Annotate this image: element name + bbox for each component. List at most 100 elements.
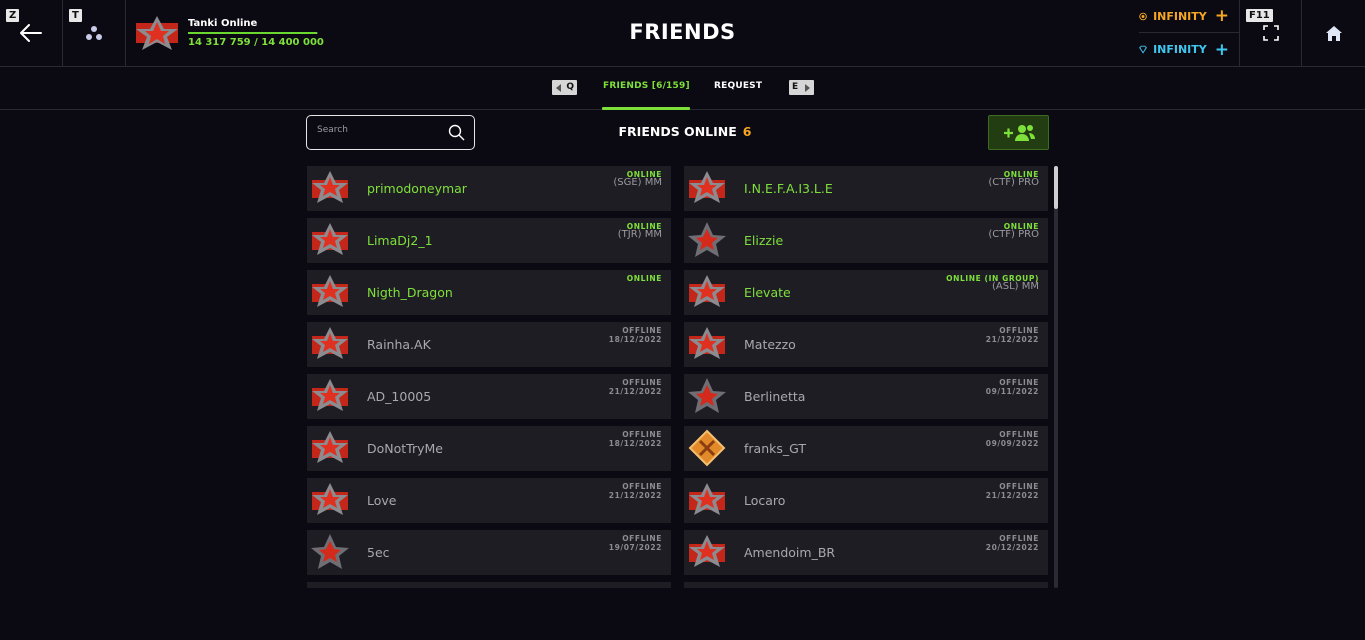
scrollbar-thumb[interactable] <box>1054 166 1058 209</box>
premium-value: INFINITY <box>1153 43 1207 56</box>
friend-last-seen: 21/12/2022 <box>608 387 662 396</box>
friend-name: Rainha.AK <box>367 337 431 352</box>
friend-name: Nigth_Dragon <box>367 285 453 300</box>
friend-row[interactable]: Locaro OFFLINE 21/12/2022 <box>684 478 1048 523</box>
friend-battle-mode: (ASL) MM <box>992 281 1039 292</box>
premium-balance[interactable]: INFINITY + <box>1139 33 1239 66</box>
friend-name: LimaDj2_1 <box>367 233 433 248</box>
prev-tab-key[interactable]: Q <box>552 80 577 95</box>
fullscreen-icon <box>1262 25 1279 41</box>
friend-row[interactable]: LimaDj2_1 ONLINE (TJR) MM <box>307 218 671 263</box>
friend-row[interactable]: I.N.E.F.A.I3.L.E ONLINE (CTF) PRO <box>684 166 1048 211</box>
friend-last-seen: 21/12/2022 <box>608 491 662 500</box>
fullscreen-key-hint: F11 <box>1246 9 1273 22</box>
active-tab-indicator <box>602 107 690 110</box>
friend-name: AD_10005 <box>367 389 432 404</box>
top-bar: Z T Tanki Online 14 317 759 / 14 400 000… <box>0 0 1365 67</box>
friend-row[interactable]: Berlinetta OFFLINE 09/11/2022 <box>684 374 1048 419</box>
friend-row[interactable]: Love OFFLINE 21/12/2022 <box>307 478 671 523</box>
friend-battle-mode: (CTF) PRO <box>988 177 1039 188</box>
friends-list: primodoneymar ONLINE (SGE) MM I.N.E.F.A.I3.… <box>307 166 1049 588</box>
tab-request[interactable]: REQUEST <box>714 81 762 91</box>
friend-name: Love <box>367 493 397 508</box>
friend-name: DoNotTryMe <box>367 441 443 456</box>
rank-icon <box>312 327 348 359</box>
prev-tab-key-label: Q <box>566 82 574 92</box>
friend-status: OFFLINE <box>999 534 1039 543</box>
friend-status: OFFLINE <box>622 482 662 491</box>
friend-row[interactable]: Elizzie ONLINE (CTF) PRO <box>684 218 1048 263</box>
rank-icon <box>312 171 348 203</box>
friend-status: OFFLINE <box>622 430 662 439</box>
tab-bar: Q FRIENDS [6/159] REQUEST E <box>0 67 1365 110</box>
friend-status: OFFLINE <box>999 430 1039 439</box>
friend-row[interactable]: DoNotTryMe OFFLINE 18/12/2022 <box>307 426 671 471</box>
friend-name: franks_GT <box>744 441 806 456</box>
triangle-right-icon <box>805 84 810 92</box>
rank-icon <box>312 379 348 411</box>
friend-status: OFFLINE <box>622 534 662 543</box>
tab-friends[interactable]: FRIENDS [6/159] <box>603 81 690 91</box>
fullscreen-button[interactable]: F11 <box>1239 0 1302 66</box>
friends-online-label: FRIENDS ONLINE <box>618 124 737 139</box>
search-icon[interactable] <box>448 124 465 141</box>
friend-name: Elevate <box>744 285 791 300</box>
rank-icon <box>689 483 725 515</box>
friend-status: OFFLINE <box>622 326 662 335</box>
rank-icon <box>688 222 726 257</box>
rank-icon <box>312 431 348 463</box>
add-friend-button[interactable] <box>988 115 1049 150</box>
friend-row[interactable] <box>684 582 1048 588</box>
friend-row[interactable]: Nigth_Dragon ONLINE <box>307 270 671 315</box>
friend-battle-mode: (CTF) PRO <box>988 229 1039 240</box>
friend-row[interactable]: Elevate ONLINE (IN GROUP) (ASL) MM <box>684 270 1048 315</box>
crystals-balance[interactable]: INFINITY + <box>1139 0 1239 33</box>
next-tab-key-label: E <box>792 82 799 92</box>
friend-row[interactable]: 5ec OFFLINE 19/07/2022 <box>307 530 671 575</box>
friend-row[interactable]: Rainha.AK OFFLINE 18/12/2022 <box>307 322 671 367</box>
friend-last-seen: 19/07/2022 <box>608 543 662 552</box>
crystal-icon <box>1139 12 1147 20</box>
friend-name: Amendoim_BR <box>744 545 836 560</box>
search-box[interactable] <box>306 115 475 150</box>
friend-row[interactable]: Amendoim_BR OFFLINE 20/12/2022 <box>684 530 1048 575</box>
friend-name: Locaro <box>744 493 786 508</box>
rank-icon <box>311 534 349 569</box>
friend-last-seen: 09/09/2022 <box>985 439 1039 448</box>
search-input[interactable] <box>317 125 437 135</box>
next-tab-key[interactable]: E <box>789 80 814 95</box>
friend-row[interactable]: AD_10005 OFFLINE 21/12/2022 <box>307 374 671 419</box>
friends-online-heading: FRIENDS ONLINE 6 <box>500 124 870 139</box>
friend-status: OFFLINE <box>999 482 1039 491</box>
friend-status: ONLINE <box>626 274 662 283</box>
friend-row[interactable]: franks_GT OFFLINE 09/09/2022 <box>684 426 1048 471</box>
friend-last-seen: 18/12/2022 <box>608 439 662 448</box>
friend-row[interactable]: primodoneymar ONLINE (SGE) MM <box>307 166 671 211</box>
home-button[interactable] <box>1302 0 1365 66</box>
friend-status: OFFLINE <box>622 378 662 387</box>
friend-name: primodoneymar <box>367 181 467 196</box>
rank-icon <box>688 429 726 467</box>
add-premium-icon[interactable]: + <box>1215 41 1229 58</box>
friend-status: OFFLINE <box>999 378 1039 387</box>
crystals-value: INFINITY <box>1153 9 1207 23</box>
rank-icon <box>312 275 348 307</box>
triangle-left-icon <box>556 84 561 92</box>
friend-row[interactable] <box>307 582 671 588</box>
rank-icon <box>689 171 725 203</box>
friend-name: Matezzo <box>744 337 796 352</box>
add-crystals-icon[interactable]: + <box>1215 8 1229 25</box>
rank-icon <box>312 483 348 515</box>
friend-battle-mode: (SGE) MM <box>613 177 662 188</box>
friend-last-seen: 18/12/2022 <box>608 335 662 344</box>
friends-scrollbar[interactable] <box>1054 166 1058 588</box>
friend-last-seen: 20/12/2022 <box>985 543 1039 552</box>
friend-last-seen: 21/12/2022 <box>985 491 1039 500</box>
diamond-icon <box>1139 45 1147 54</box>
friends-online-count: 6 <box>742 124 752 139</box>
home-icon <box>1325 25 1342 41</box>
friend-battle-mode: (TJR) MM <box>617 229 662 240</box>
friend-name: Berlinetta <box>744 389 806 404</box>
rank-icon <box>688 378 726 413</box>
friend-row[interactable]: Matezzo OFFLINE 21/12/2022 <box>684 322 1048 367</box>
